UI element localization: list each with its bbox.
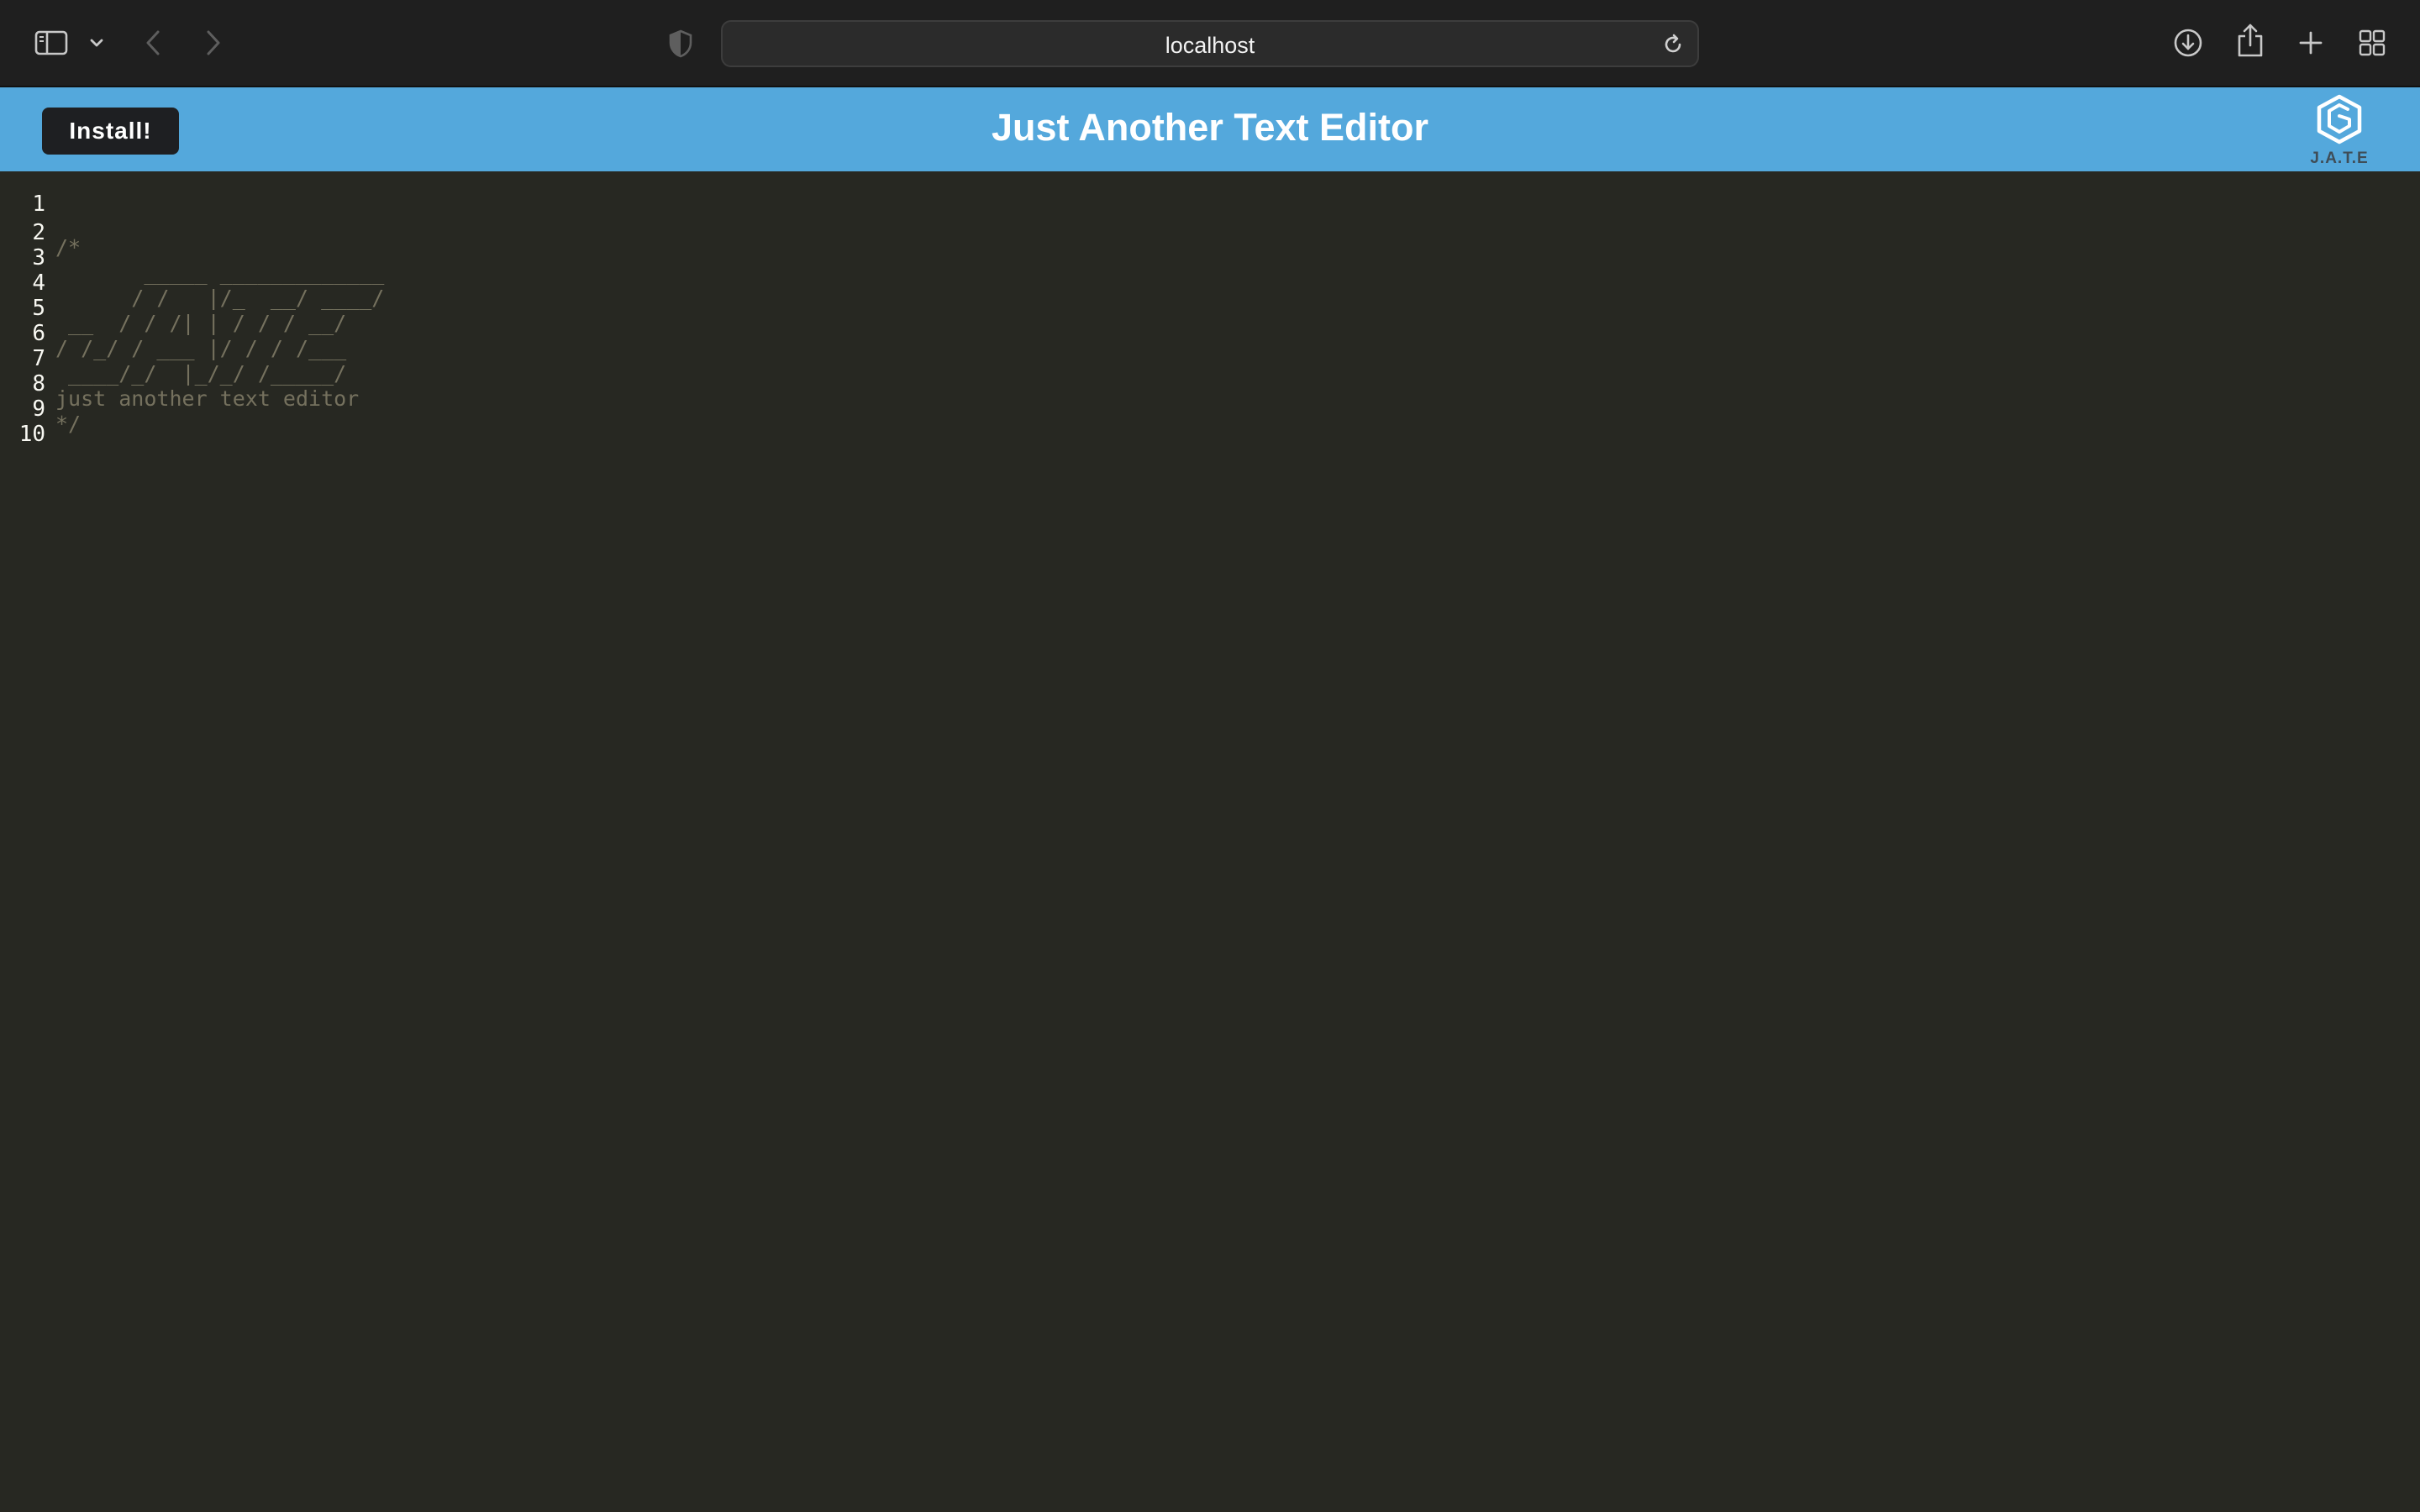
- sidebar-icon[interactable]: [30, 25, 72, 60]
- editor-line[interactable]: 7 ____/_/ |_/_/ /_____/: [0, 331, 2420, 386]
- page-title: Just Another Text Editor: [991, 106, 1429, 149]
- editor-line[interactable]: 5 __ / / /| | / / / __/: [0, 281, 2420, 335]
- editor-line[interactable]: 4 / / |/_ __/ ____/: [0, 255, 2420, 310]
- editor-line[interactable]: 9 */: [0, 381, 2420, 436]
- forward-arrow-icon[interactable]: [198, 24, 229, 62]
- browser-toolbar: localhost: [0, 0, 2420, 87]
- editor-lines: 1 2 /* 3 _____ _____________ 4 / / |/_ _…: [0, 176, 2420, 447]
- share-icon[interactable]: [2232, 18, 2269, 62]
- back-arrow-icon[interactable]: [138, 24, 168, 62]
- editor-line[interactable]: 6 / /_/ / ___ |/ / / /___: [0, 306, 2420, 360]
- editor-line[interactable]: 1: [0, 176, 2420, 217]
- url-text: localhost: [1165, 33, 1255, 58]
- editor-line[interactable]: 8 just another text editor: [0, 356, 2420, 411]
- shield-icon[interactable]: [664, 25, 697, 62]
- chevron-down-icon[interactable]: [86, 30, 108, 55]
- reload-icon[interactable]: [1660, 32, 1686, 57]
- grid-icon[interactable]: [2354, 25, 2390, 60]
- jate-logo: J.A.T.E: [2299, 94, 2380, 170]
- line-number: 10: [18, 422, 45, 447]
- code-editor[interactable]: 1 2 /* 3 _____ _____________ 4 / / |/_ _…: [0, 171, 2420, 1512]
- plus-icon[interactable]: [2294, 25, 2328, 60]
- logo-text: J.A.T.E: [2310, 150, 2369, 167]
- editor-line[interactable]: 10: [0, 407, 2420, 447]
- editor-line[interactable]: 3 _____ _____________: [0, 230, 2420, 285]
- download-icon[interactable]: [2170, 24, 2207, 62]
- logo-icon: [2317, 94, 2362, 144]
- app-header: Install! Just Another Text Editor J.A.T.…: [0, 87, 2420, 171]
- editor-line[interactable]: 2 /*: [0, 205, 2420, 260]
- address-bar[interactable]: localhost: [721, 20, 1699, 67]
